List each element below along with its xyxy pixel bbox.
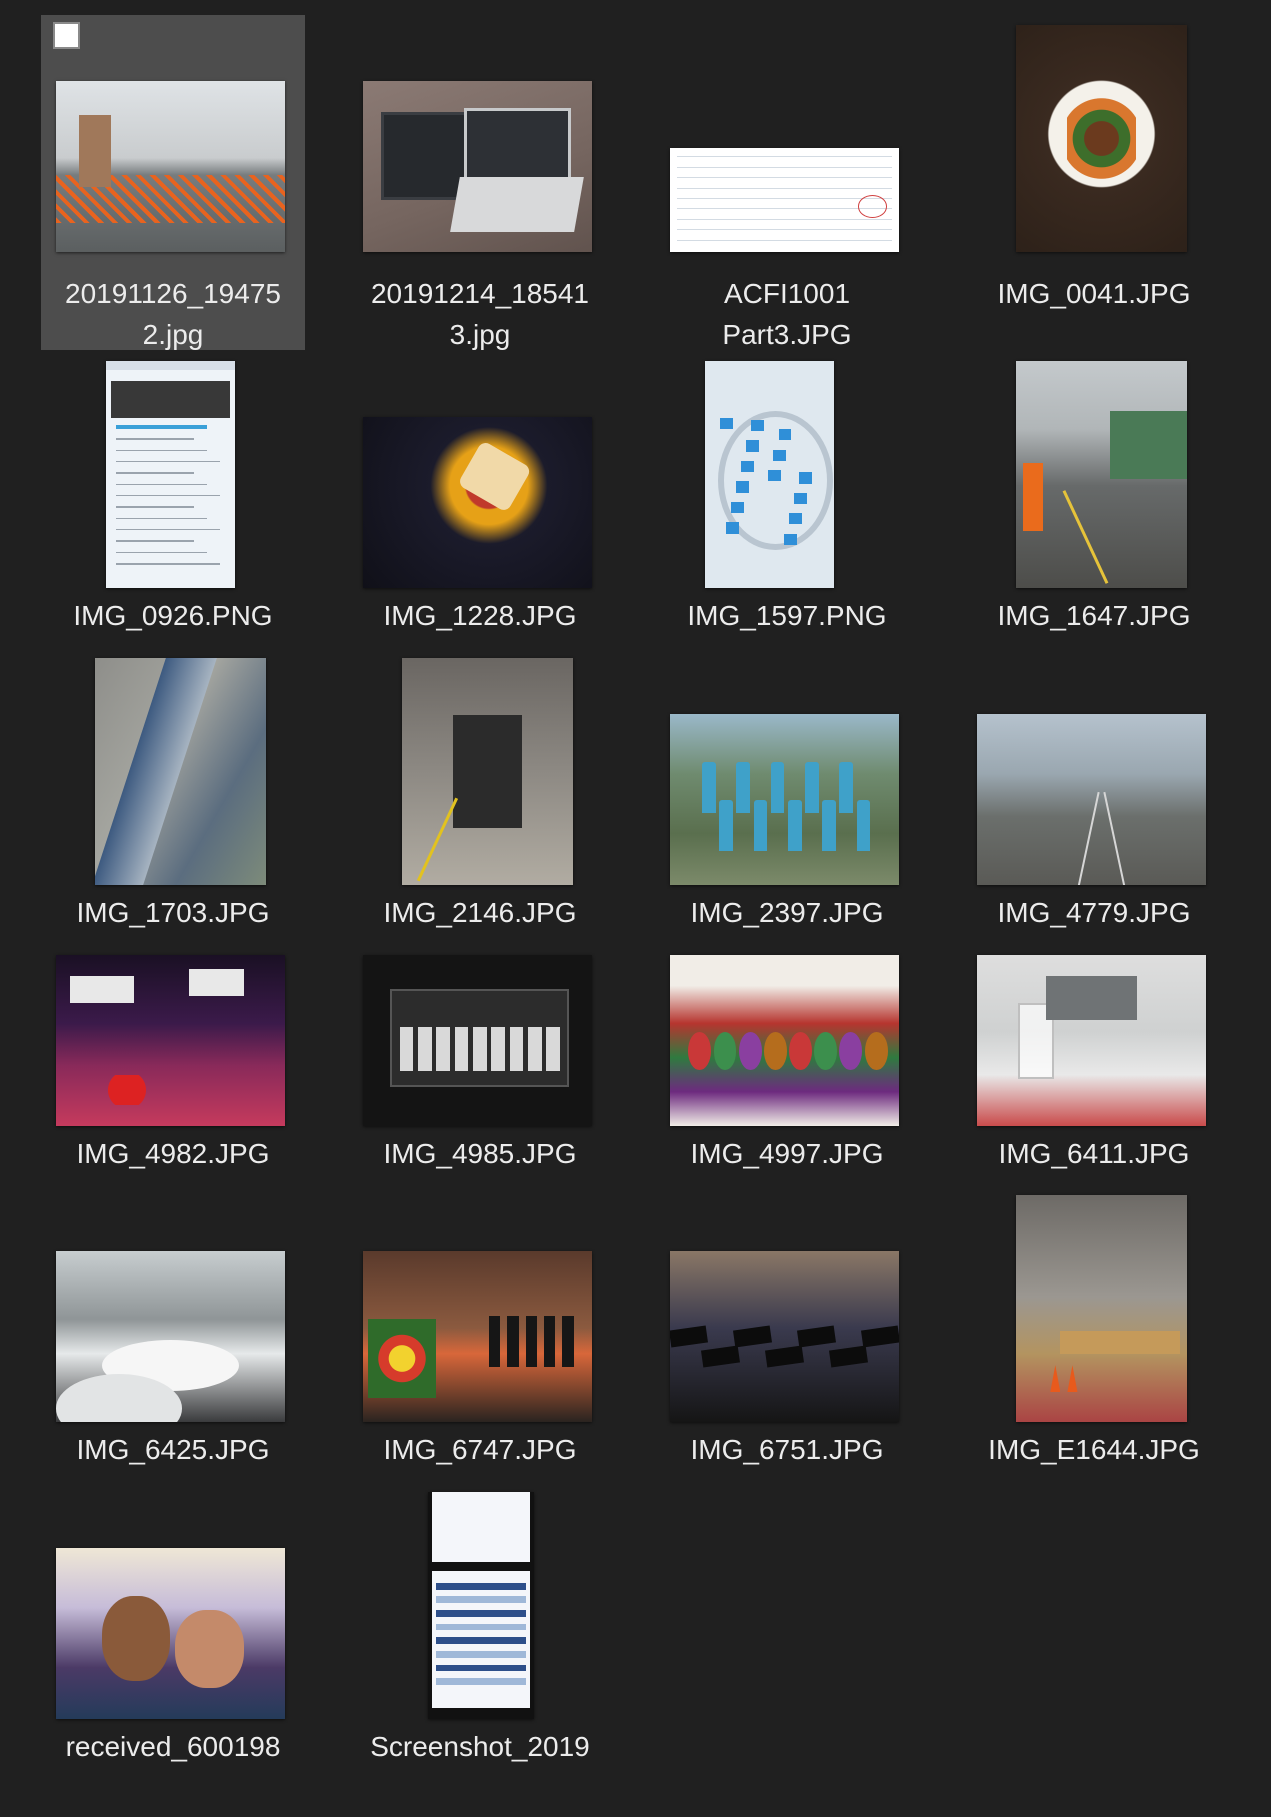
file-item[interactable]: 20191214_18541 3.jpg (348, 15, 612, 350)
file-name: IMG_4997.JPG (655, 1133, 919, 1174)
file-name-line: 3.jpg (449, 319, 511, 350)
photo-railway-track-icon (977, 714, 1206, 885)
file-name-line: IMG_4997.JPG (690, 1138, 884, 1169)
file-item[interactable]: IMG_6747.JPG (348, 1185, 612, 1520)
file-name-line: IMG_2146.JPG (383, 897, 577, 928)
file-item[interactable]: IMG_0041.JPG (962, 15, 1226, 350)
file-name-line: IMG_1597.PNG (687, 600, 887, 631)
file-name-line: ACFI1001 (723, 278, 851, 309)
file-name: received_600198 (41, 1726, 305, 1767)
file-item[interactable]: IMG_E1644.JPG (962, 1185, 1226, 1520)
file-name: Screenshot_2019 (348, 1726, 612, 1767)
file-name: IMG_6425.JPG (41, 1429, 305, 1470)
file-name-line: IMG_6747.JPG (383, 1434, 577, 1465)
screenshot-email-icon (106, 361, 235, 588)
photo-graduation-stage-icon (363, 1251, 592, 1422)
photo-laptops-icon (363, 81, 592, 252)
file-name-line: IMG_6751.JPG (690, 1434, 884, 1465)
file-name-line: Part3.JPG (722, 319, 852, 350)
file-name-line: IMG_0926.PNG (73, 600, 273, 631)
file-name-line: IMG_0041.JPG (997, 278, 1191, 309)
file-name: IMG_1228.JPG (348, 595, 612, 636)
file-name-line: IMG_6425.JPG (76, 1434, 270, 1465)
file-item[interactable]: IMG_6425.JPG (41, 1185, 305, 1520)
file-item[interactable]: ACFI1001 Part3.JPG (655, 15, 919, 350)
file-name: IMG_6751.JPG (655, 1429, 919, 1470)
file-grid: 20191126_19475 2.jpg 20191214_18541 3.jpg AC… (0, 0, 1271, 1790)
file-name: IMG_1647.JPG (962, 595, 1226, 636)
file-name-line: Screenshot_2019 (370, 1731, 590, 1762)
photo-scoreboard-icon (363, 955, 592, 1126)
file-name-line: IMG_4985.JPG (383, 1138, 577, 1169)
photo-food-plate-icon (1016, 25, 1187, 252)
file-name: IMG_2397.JPG (655, 892, 919, 933)
file-name-line: 20191126_19475 (65, 278, 281, 309)
file-name-line: received_600198 (65, 1731, 281, 1762)
select-checkbox[interactable] (53, 22, 80, 49)
file-item[interactable]: IMG_1228.JPG (348, 351, 612, 686)
file-item[interactable]: IMG_1647.JPG (962, 351, 1226, 686)
file-name: IMG_4985.JPG (348, 1133, 612, 1174)
photo-room-fence-icon (56, 81, 285, 252)
file-name: ACFI1001 Part3.JPG (655, 273, 919, 355)
photo-rail-yard-icon (1016, 361, 1187, 588)
file-item[interactable]: IMG_6751.JPG (655, 1185, 919, 1520)
file-name-line: IMG_E1644.JPG (988, 1434, 1200, 1465)
file-name: IMG_E1644.JPG (962, 1429, 1226, 1470)
photo-bowling-alley-icon (56, 955, 285, 1126)
file-item[interactable]: IMG_2146.JPG (348, 648, 612, 983)
file-name: IMG_4779.JPG (962, 892, 1226, 933)
photo-snacks-icon (363, 417, 592, 588)
file-name: IMG_2146.JPG (348, 892, 612, 933)
photo-selfie-icon (56, 1548, 285, 1719)
file-name: IMG_4982.JPG (41, 1133, 305, 1174)
photo-workshop-icon (1016, 1195, 1187, 1422)
photo-railing-icon (95, 658, 266, 885)
photo-function-room-icon (56, 1251, 285, 1422)
photo-group-icon (670, 714, 899, 885)
photo-train-depot-icon (402, 658, 573, 885)
file-name: IMG_1597.PNG (655, 595, 919, 636)
file-item[interactable]: 20191126_19475 2.jpg (41, 15, 305, 350)
file-item[interactable]: IMG_0926.PNG (41, 351, 305, 686)
file-name-line: IMG_1228.JPG (383, 600, 577, 631)
file-name-line: IMG_1703.JPG (76, 897, 270, 928)
file-item[interactable]: received_600198 (41, 1482, 305, 1817)
file-item[interactable]: IMG_1597.PNG (655, 351, 919, 686)
file-name-line: IMG_1647.JPG (997, 600, 1191, 631)
file-name-line: IMG_4779.JPG (997, 897, 1191, 928)
file-name: 20191126_19475 2.jpg (41, 273, 305, 355)
file-item[interactable]: IMG_4779.JPG (962, 648, 1226, 983)
screenshot-timetable-icon (428, 1492, 534, 1719)
file-name: 20191214_18541 3.jpg (348, 273, 612, 355)
photo-graduates-icon (670, 1251, 899, 1422)
file-item[interactable]: IMG_2397.JPG (655, 648, 919, 983)
file-name-line: IMG_6411.JPG (998, 1138, 1190, 1169)
file-item[interactable]: Screenshot_2019 (348, 1482, 612, 1817)
file-name: IMG_0041.JPG (962, 273, 1226, 314)
document-scan-icon (670, 148, 899, 252)
file-name-line: IMG_2397.JPG (690, 897, 884, 928)
file-name: IMG_6411.JPG (962, 1133, 1226, 1174)
file-name-line: 20191214_18541 (370, 278, 589, 309)
photo-chocolates-icon (670, 955, 899, 1126)
photo-conference-table-icon (977, 955, 1206, 1126)
file-name: IMG_6747.JPG (348, 1429, 612, 1470)
file-name: IMG_1703.JPG (41, 892, 305, 933)
file-name-line: 2.jpg (142, 319, 204, 350)
file-name: IMG_0926.PNG (41, 595, 305, 636)
screenshot-map-icon (705, 361, 834, 588)
file-name-line: IMG_4982.JPG (76, 1138, 270, 1169)
file-item[interactable]: IMG_1703.JPG (41, 648, 305, 983)
